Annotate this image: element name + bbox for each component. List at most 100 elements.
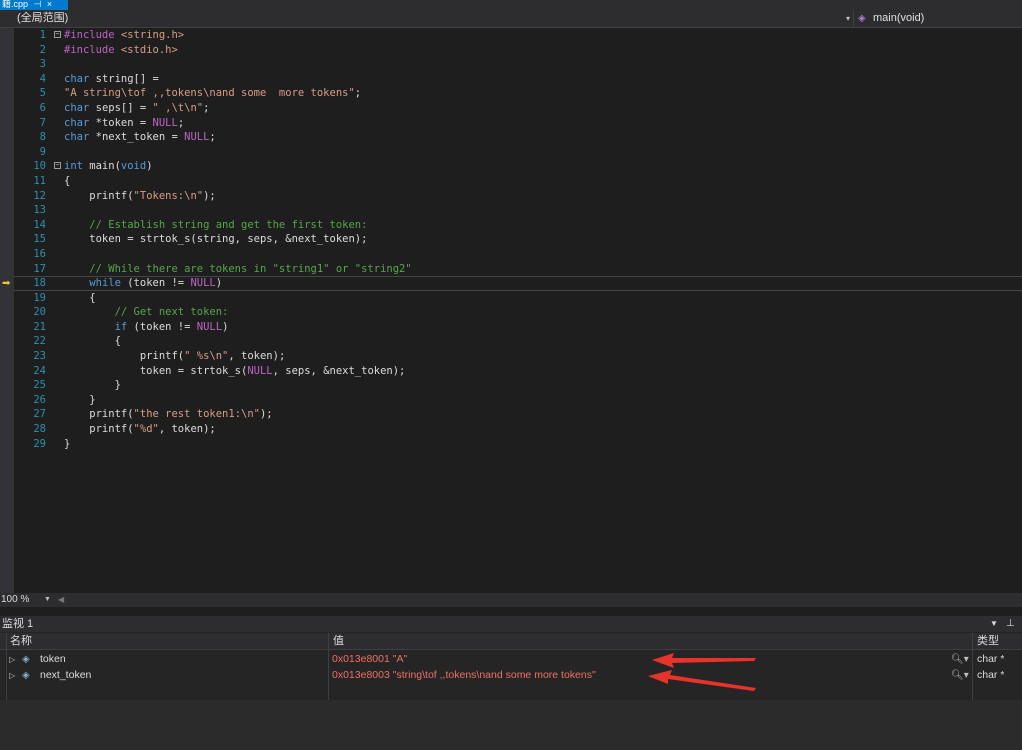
code-text[interactable]: { — [64, 291, 95, 306]
code-text[interactable]: if (token != NULL) — [64, 320, 229, 335]
code-line[interactable]: 6 char seps[] = " ,\t\n"; — [14, 101, 1022, 116]
code-token: NULL — [196, 320, 223, 333]
watch-row-empty[interactable] — [0, 684, 1022, 701]
code-token: NULL — [190, 277, 216, 290]
code-line[interactable]: 17 // While there are tokens in "string1… — [14, 262, 1022, 277]
code-line[interactable]: 25 } — [14, 378, 1022, 393]
pin-icon[interactable]: ⊥ — [1006, 616, 1015, 632]
code-line[interactable]: 16 — [14, 247, 1022, 262]
close-icon[interactable]: × — [47, 0, 52, 9]
code-text[interactable]: { — [64, 174, 70, 189]
code-text[interactable]: char *token = NULL; — [64, 116, 184, 131]
code-line[interactable]: 13 — [14, 203, 1022, 218]
watch-row-next-token[interactable]: ▷ ◈ next_token 0x013e8003 "string\tof ,,… — [0, 668, 1022, 685]
code-line[interactable]: 15 token = strtok_s(string, seps, &next_… — [14, 232, 1022, 247]
watch-row-token[interactable]: ▷ ◈ token 0x013e8001 "A" 🔍︎▾ char * — [0, 652, 1022, 669]
code-text[interactable]: } — [64, 437, 70, 452]
watch-value[interactable]: 0x013e8003 "string\tof ,,tokens\nand som… — [332, 668, 596, 683]
code-line[interactable]: 23 printf(" %s\n", token); — [14, 349, 1022, 364]
pin-icon[interactable]: ⊣ — [34, 0, 42, 9]
watch-value[interactable]: 0x013e8001 "A" — [332, 652, 407, 667]
code-line[interactable]: 8 char *next_token = NULL; — [14, 130, 1022, 145]
code-line[interactable]: 4 char string[] = — [14, 72, 1022, 87]
line-number: 25 — [33, 379, 46, 392]
code-line[interactable]: 24 token = strtok_s(NULL, seps, &next_to… — [14, 364, 1022, 379]
visualizer-search-icon[interactable]: 🔍︎▾ — [951, 652, 969, 667]
code-line[interactable]: 21 if (token != NULL) — [14, 320, 1022, 335]
line-number: 9 — [39, 145, 46, 158]
code-line[interactable]: 14 // Establish string and get the first… — [14, 218, 1022, 233]
code-line[interactable]: 10− int main(void) — [14, 159, 1022, 174]
code-text[interactable]: printf("%d", token); — [64, 422, 215, 437]
column-header-type[interactable]: 类型 — [973, 633, 1022, 649]
indicator-margin[interactable]: ➡ — [0, 28, 14, 593]
code-text[interactable]: printf(" %s\n", token); — [64, 349, 285, 364]
code-text[interactable]: // Establish string and get the first to… — [64, 218, 367, 233]
collapse-icon[interactable]: − — [54, 31, 61, 38]
expand-icon[interactable]: ▷ — [9, 652, 15, 667]
line-number: 11 — [33, 174, 46, 187]
code-text[interactable]: "A string\tof ,,tokens\nand some more to… — [64, 86, 361, 101]
code-token: ; — [177, 116, 185, 129]
code-text[interactable]: while (token != NULL) — [64, 277, 222, 290]
code-lines[interactable]: 1− #include <string.h> 2 #include <stdio.h>… — [14, 28, 1022, 451]
code-text[interactable]: printf("Tokens:\n"); — [64, 189, 215, 204]
scope-dropdown[interactable]: (全局范围) ▾ — [0, 10, 854, 27]
chevron-down-icon[interactable]: ▼ — [44, 593, 51, 607]
code-text[interactable]: printf("the rest token1:\n"); — [64, 407, 272, 422]
line-number: 16 — [33, 247, 46, 260]
visualizer-search-icon[interactable]: 🔍︎▾ — [951, 668, 969, 683]
code-text[interactable]: #include <stdio.h> — [64, 43, 178, 58]
code-line[interactable]: 12 printf("Tokens:\n"); — [14, 189, 1022, 204]
code-line[interactable]: 22 { — [14, 334, 1022, 349]
code-line[interactable]: 1 − #include <string.h> — [14, 28, 1022, 43]
code-text[interactable]: #include <string.h> — [64, 28, 184, 43]
code-line[interactable]: 29} — [14, 437, 1022, 452]
code-text[interactable]: } — [64, 393, 95, 408]
chevron-down-icon[interactable]: ▾ — [846, 10, 850, 27]
code-line[interactable]: 19 { — [14, 291, 1022, 306]
column-divider[interactable] — [328, 633, 329, 700]
code-line[interactable]: 3 — [14, 57, 1022, 72]
code-line[interactable]: 26 } — [14, 393, 1022, 408]
column-divider[interactable] — [972, 633, 973, 700]
column-header-value[interactable]: 值 — [329, 633, 969, 649]
line-number: 17 — [33, 262, 46, 275]
code-token: , token); — [228, 350, 286, 363]
code-token: string[] = — [89, 72, 159, 85]
window-position-icon[interactable]: ▼ — [990, 616, 998, 632]
code-text[interactable]: int main(void) — [64, 159, 153, 174]
code-text[interactable]: // Get next token: — [64, 305, 229, 320]
code-line[interactable]: 20 // Get next token: — [14, 305, 1022, 320]
code-line[interactable]: 2 #include <stdio.h> — [14, 43, 1022, 58]
code-text[interactable]: token = strtok_s(string, seps, &next_tok… — [64, 232, 367, 247]
code-text[interactable]: { — [64, 334, 121, 349]
watch-name: next_token — [40, 669, 92, 681]
line-number: 26 — [33, 393, 46, 406]
code-text[interactable]: char seps[] = " ,\t\n"; — [64, 101, 209, 116]
collapse-icon[interactable]: − — [54, 162, 61, 170]
column-header-name[interactable]: 名称 — [6, 633, 326, 649]
expand-icon[interactable]: ▷ — [9, 668, 15, 683]
code-token: printf( — [64, 189, 134, 202]
code-line[interactable]: 27 printf("the rest token1:\n"); — [14, 407, 1022, 422]
code-line[interactable]: 5 "A string\tof ,,tokens\nand some more t… — [14, 86, 1022, 101]
code-line[interactable]: 11 { — [14, 174, 1022, 189]
code-text[interactable]: char string[] = — [64, 72, 159, 87]
line-number: 10 — [33, 160, 46, 173]
code-text[interactable]: token = strtok_s(NULL, seps, &next_token… — [64, 364, 406, 379]
document-tab[interactable]: 籍.cpp ⊣ × — [0, 0, 68, 10]
zoom-dropdown[interactable]: 100 % ▼ — [0, 593, 52, 607]
line-number: 2 — [39, 43, 46, 56]
code-line[interactable]: 9 — [14, 145, 1022, 160]
code-text[interactable]: char *next_token = NULL; — [64, 130, 216, 145]
code-text[interactable]: } — [64, 378, 121, 393]
member-dropdown[interactable]: ◈ main(void) — [855, 10, 1022, 27]
code-text[interactable]: // While there are tokens in "string1" o… — [64, 262, 411, 277]
column-divider[interactable] — [6, 633, 7, 700]
scroll-left-icon[interactable]: ◀ — [58, 593, 64, 607]
code-line[interactable]: 28 printf("%d", token); — [14, 422, 1022, 437]
code-editor[interactable]: ➡ 1− #include <string.h> 2 #include <stdio.… — [0, 28, 1022, 593]
code-line[interactable]: 7 char *token = NULL; — [14, 116, 1022, 131]
code-line[interactable]: 18 while (token != NULL) — [14, 276, 1022, 291]
